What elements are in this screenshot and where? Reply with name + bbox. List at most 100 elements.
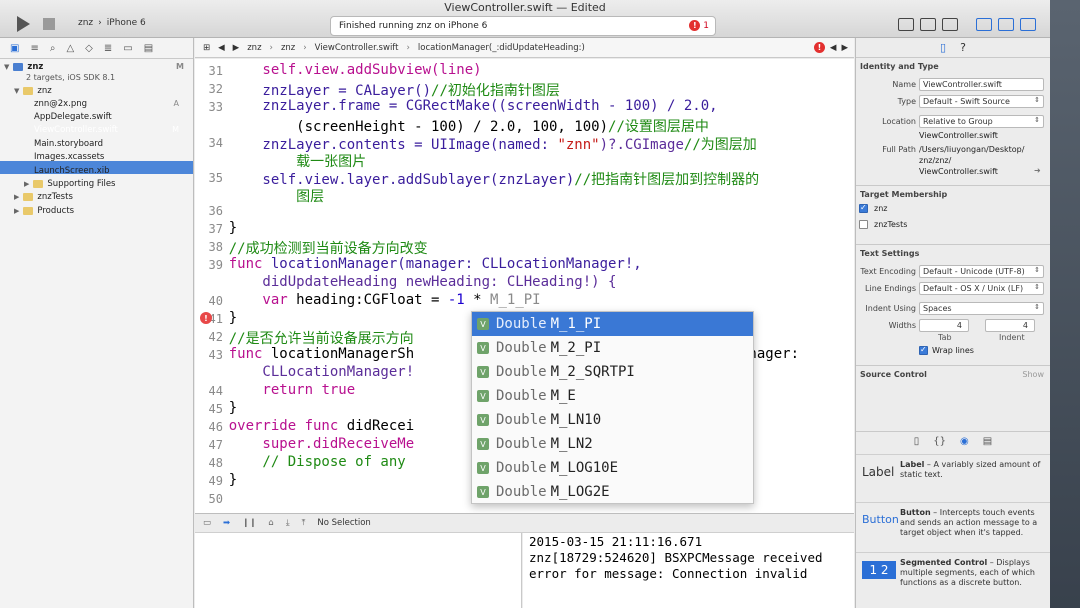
variables-view[interactable] <box>195 533 522 608</box>
code-line: //成功检测到当前设备方向改变 <box>195 241 428 257</box>
help-icon[interactable]: ? <box>960 41 966 54</box>
show-button[interactable]: Show <box>1022 370 1044 379</box>
stepper-arrows-icon: ⇕ <box>1034 303 1040 311</box>
debug-icon[interactable]: ≣ <box>104 43 112 54</box>
field-label: Location <box>882 117 916 126</box>
breadcrumb-project[interactable]: znz <box>247 43 261 53</box>
completion-item[interactable]: V Double M_2_SQRTPI <box>472 360 753 384</box>
utilities-toggle-icon[interactable] <box>1020 18 1036 31</box>
next-issue-icon[interactable]: ▶ <box>841 43 848 53</box>
stop-button[interactable] <box>38 12 60 36</box>
completion-item[interactable]: V Double M_2_PI <box>472 336 753 360</box>
code-line: } <box>195 220 238 236</box>
file-icon[interactable]: ▯ <box>940 41 946 54</box>
name-field[interactable]: ViewController.swift <box>919 78 1044 91</box>
line-endings-select[interactable]: Default - OS X / Unix (LF) ⇕ <box>919 282 1044 295</box>
section-title: Identity and Type <box>860 62 939 71</box>
tree-file[interactable]: Images.xcassets <box>34 150 179 163</box>
label-icon: Label <box>862 465 895 479</box>
field-label: Line Endings <box>865 284 916 293</box>
tree-group-znz[interactable]: ▼ znz <box>14 84 184 97</box>
debug-bar: ▭ ➡ ❙❙ ⌂ ⤓ ⤒ No Selection <box>195 513 854 533</box>
code-snippet-icon[interactable]: {} <box>933 436 946 447</box>
variable-icon: V <box>477 462 489 474</box>
tree-file[interactable]: Main.storyboard <box>34 137 179 150</box>
library-item-button[interactable]: Button Button – Intercepts touch events … <box>856 502 1050 548</box>
tree-file-selected[interactable]: ViewController.swift M <box>34 123 179 136</box>
tree-file[interactable]: znn@2x.png A <box>34 97 179 110</box>
completion-item[interactable]: V Double M_LOG10E <box>472 456 753 480</box>
completion-item[interactable]: V Double M_LN2 <box>472 432 753 456</box>
breakpoints-toggle-icon[interactable]: ➡ <box>223 518 230 528</box>
tree-group[interactable]: ▶ Products <box>14 204 184 217</box>
code-line: var heading:CGFloat = -1 * M_1_PI <box>195 292 541 308</box>
chevron-right-icon: › <box>269 42 273 53</box>
stepper-arrows-icon: ⇕ <box>1034 283 1040 291</box>
target-checkbox-znz[interactable] <box>859 203 868 213</box>
encoding-select[interactable]: Default - Unicode (UTF-8) ⇕ <box>919 265 1044 278</box>
field-label: Full Path <box>882 145 916 154</box>
disclosure-closed-icon: ▶ <box>14 206 20 215</box>
library-item-label[interactable]: Label Label – A variably sized amount of… <box>856 454 1050 500</box>
run-button[interactable] <box>12 12 34 36</box>
hide-debug-icon[interactable]: ▭ <box>203 518 211 528</box>
wrap-lines-checkbox[interactable] <box>919 345 928 355</box>
version-editor-icon[interactable] <box>942 18 958 31</box>
indent-width-field[interactable]: 4 <box>985 319 1035 332</box>
debug-area-toggle-icon[interactable] <box>998 18 1014 31</box>
completion-item[interactable]: V Double M_LN10 <box>472 408 753 432</box>
related-items-icon[interactable]: ⊞ <box>203 43 210 53</box>
library-item-segmented[interactable]: 1 2 Segmented Control – Displays multipl… <box>856 552 1050 598</box>
activity-status: Finished running znz on iPhone 6 <box>339 21 488 31</box>
completion-item[interactable]: V Double M_LOG2E <box>472 480 753 504</box>
type-select[interactable]: Default - Swift Source ⇕ <box>919 95 1044 108</box>
back-arrow-icon[interactable]: ◀ <box>218 43 225 53</box>
divider <box>856 244 1050 245</box>
media-library-icon[interactable]: ▤ <box>983 436 992 447</box>
search-icon[interactable]: ⌕ <box>50 43 56 54</box>
step-over-icon[interactable]: ⌂ <box>268 518 273 528</box>
indent-using-select[interactable]: Spaces ⇕ <box>919 302 1044 315</box>
step-in-icon[interactable]: ⤓ <box>286 518 290 528</box>
step-out-icon[interactable]: ⤒ <box>302 518 306 528</box>
file-template-icon[interactable]: ▯ <box>914 436 920 447</box>
completion-item[interactable]: V Double M_1_PI <box>472 312 753 336</box>
breadcrumb-method[interactable]: locationManager(_:didUpdateHeading:) <box>418 43 585 53</box>
segmented-control-icon: 1 2 <box>862 561 896 579</box>
code-line: return true <box>195 382 356 398</box>
variable-icon: V <box>477 366 489 378</box>
report-icon[interactable]: ▤ <box>144 43 153 54</box>
scheme-selector[interactable]: znz › iPhone 6 <box>78 18 146 28</box>
breadcrumb-file[interactable]: ViewController.swift <box>315 43 399 53</box>
completion-item[interactable]: V Double M_E <box>472 384 753 408</box>
prev-issue-icon[interactable]: ◀ <box>830 43 837 53</box>
breakpoint-icon[interactable]: ▭ <box>123 43 132 54</box>
error-indicator[interactable]: ! 1 <box>689 20 709 31</box>
error-icon[interactable]: ! <box>813 42 825 53</box>
location-select[interactable]: Relative to Group ⇕ <box>919 115 1044 128</box>
warning-icon[interactable]: △ <box>66 43 74 54</box>
tab-width-field[interactable]: 4 <box>919 319 969 332</box>
navigator-toggle-icon[interactable] <box>976 18 992 31</box>
scheme-device: iPhone 6 <box>106 18 146 28</box>
variable-icon: V <box>477 342 489 354</box>
forward-arrow-icon[interactable]: ▶ <box>233 43 240 53</box>
assistant-editor-icon[interactable] <box>920 18 936 31</box>
tree-file[interactable]: LaunchScreen.xib <box>34 164 179 177</box>
test-icon[interactable]: ◇ <box>85 43 93 54</box>
reveal-arrow-icon[interactable]: ➜ <box>1034 166 1041 175</box>
tree-group[interactable]: ▶ znzTests <box>14 190 184 203</box>
symbol-icon[interactable]: ≡ <box>30 43 38 54</box>
code-line: // Dispose of any <box>195 454 406 470</box>
folder-icon[interactable]: ▣ <box>10 43 19 54</box>
console-output[interactable]: 2015-03-15 21:11:16.671 znz[18729:524620]… <box>523 533 854 608</box>
standard-editor-icon[interactable] <box>898 18 914 31</box>
breadcrumb-group[interactable]: znz <box>281 43 295 53</box>
folder-icon <box>23 192 34 201</box>
code-line: func locationManager(manager: CLLocation… <box>195 256 642 272</box>
tree-file[interactable]: AppDelegate.swift <box>34 110 179 123</box>
target-checkbox-znztests[interactable] <box>859 220 868 229</box>
tree-group[interactable]: ▶ Supporting Files <box>24 177 184 190</box>
pause-icon[interactable]: ❙❙ <box>242 518 256 528</box>
object-library-icon[interactable]: ◉ <box>960 436 969 447</box>
